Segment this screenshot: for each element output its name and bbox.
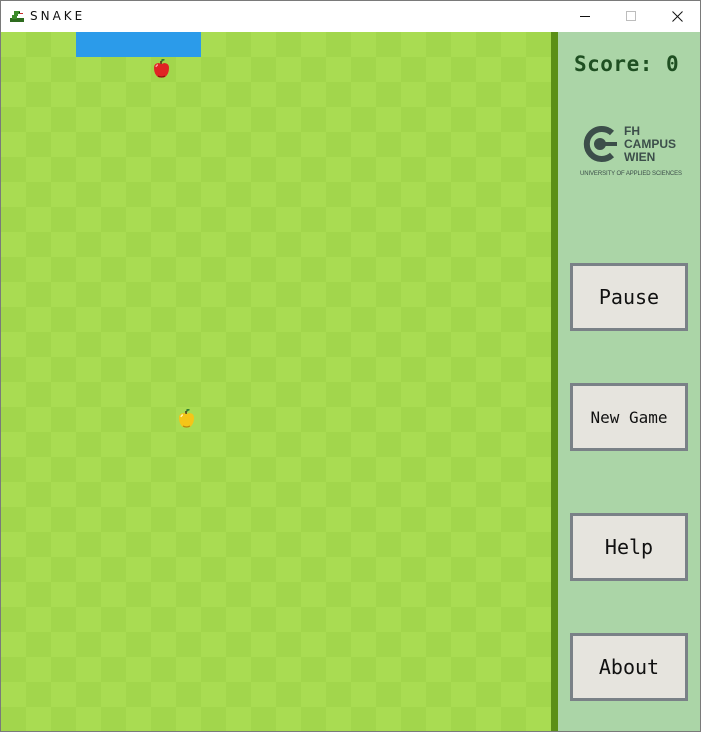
maximize-button[interactable] [608,1,654,31]
new-game-button[interactable]: New Game [570,383,688,451]
title-bar[interactable]: SNAKE [1,1,700,31]
logo-line-fh: FH [624,124,640,138]
logo-line-campus: CAMPUS [624,137,677,151]
minimize-icon [580,15,590,17]
close-icon [671,10,683,22]
score-label: Score: 0 [574,52,680,76]
pause-button[interactable]: Pause [570,263,688,331]
sidebar: Score: 0 FH CAMPUS WIEN UNIVERSITY OF AP… [558,32,700,731]
close-button[interactable] [654,1,700,31]
about-button[interactable]: About [570,633,688,701]
board-divider [551,32,558,731]
logo-line-wien: WIEN [624,150,656,164]
snake-body [76,32,201,57]
logo-subtitle: UNIVERSITY OF APPLIED SCIENCES [580,171,682,177]
window-title: SNAKE [30,9,86,23]
snake-window: SNAKE Score: 0 FH CAMPUS WIEN UNIVERSITY… [0,0,701,732]
maximize-icon [626,11,636,21]
help-button[interactable]: Help [570,513,688,581]
red-apple-icon [154,59,169,78]
fh-campus-wien-logo: FH CAMPUS WIEN UNIVERSITY OF APPLIED SCI… [578,122,688,182]
minimize-button[interactable] [562,1,608,31]
campus-logo-icon [583,126,617,162]
yellow-apple-icon [179,409,194,428]
snake-icon [10,11,24,22]
game-board[interactable] [1,32,551,731]
